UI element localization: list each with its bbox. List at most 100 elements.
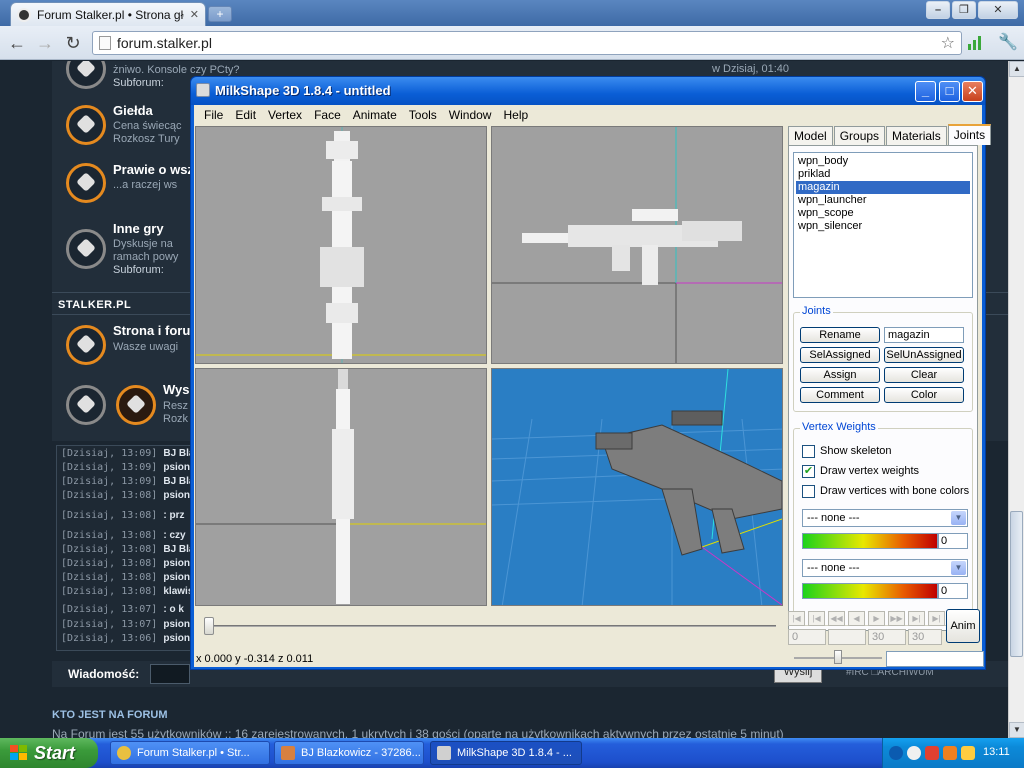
joint-item[interactable]: wpn_silencer [796, 220, 970, 233]
tab-joints[interactable]: Joints [947, 124, 992, 145]
browser-tab[interactable]: Forum Stalker.pl • Strona głów ✕ [10, 2, 206, 26]
forum-title[interactable]: Strona i foru [113, 323, 190, 338]
new-tab-button[interactable]: + [208, 6, 232, 22]
assign-button[interactable]: Assign [800, 367, 880, 383]
tab-close-icon[interactable]: ✕ [190, 8, 199, 21]
viewport-front[interactable] [195, 126, 487, 364]
speaker-icon[interactable] [961, 746, 975, 760]
forum-title[interactable]: Giełda [113, 103, 153, 118]
tab-materials[interactable]: Materials [886, 126, 947, 145]
joint-item[interactable]: wpn_scope [796, 207, 970, 220]
joint-item[interactable]: wpn_body [796, 155, 970, 168]
forum-title[interactable]: Wys [163, 382, 190, 397]
viewport-3d[interactable] [491, 368, 783, 606]
start-button[interactable]: Start [0, 738, 98, 768]
reload-icon[interactable]: ↻ [62, 32, 84, 54]
joint-item[interactable]: priklad [796, 168, 970, 181]
bone-dropdown-2[interactable]: --- none --- ▼ [802, 559, 968, 577]
media-player-icon[interactable] [943, 746, 957, 760]
fast-forward-icon[interactable]: ▶▶ [888, 611, 905, 626]
scroll-down-icon[interactable]: ▼ [1009, 722, 1024, 738]
back-icon[interactable]: ← [6, 32, 28, 54]
last-frame-icon[interactable]: ▶| [928, 611, 945, 626]
rename-field[interactable]: magazin [884, 327, 964, 343]
maximize-button[interactable]: □ [939, 81, 960, 102]
milkshape-titlebar[interactable]: MilkShape 3D 1.8.4 - untitled _ □ ✕ [191, 77, 985, 105]
forum-icon[interactable] [66, 325, 106, 365]
wrench-icon[interactable]: 🔧 [998, 32, 1018, 52]
message-input[interactable] [150, 664, 190, 684]
show-skeleton-checkbox[interactable] [802, 445, 815, 458]
viewport-side[interactable] [491, 126, 783, 364]
rewind-icon[interactable]: ◀◀ [828, 611, 845, 626]
bookmark-star-icon[interactable]: ☆ [941, 33, 955, 53]
maximize-button[interactable]: ❐ [952, 1, 976, 19]
draw-vertex-weights-checkbox[interactable]: ✔ [802, 465, 815, 478]
frame-end[interactable]: 30 [868, 629, 906, 645]
signal-bars-icon[interactable] [968, 34, 981, 50]
menu-edit[interactable]: Edit [229, 108, 262, 122]
frame-current[interactable] [828, 629, 866, 645]
weight-value-2[interactable]: 0 [938, 583, 968, 599]
forum-icon[interactable] [66, 229, 106, 269]
weight-slider-1[interactable] [802, 533, 938, 549]
selassigned-button[interactable]: SelAssigned [800, 347, 880, 363]
scroll-up-icon[interactable]: ▲ [1009, 61, 1024, 77]
menu-window[interactable]: Window [443, 108, 498, 122]
timeline-thumb[interactable] [204, 617, 214, 635]
viewport-top[interactable] [195, 368, 487, 606]
security-shield-icon[interactable] [925, 746, 939, 760]
anim-button[interactable]: Anim [946, 609, 980, 643]
menu-file[interactable]: File [198, 108, 229, 122]
forum-title[interactable]: Inne gry [113, 221, 164, 236]
clear-button[interactable]: Clear [884, 367, 964, 383]
comment-button[interactable]: Comment [800, 387, 880, 403]
weight-slider-2[interactable] [802, 583, 938, 599]
prev-key-icon[interactable]: |◀ [808, 611, 825, 626]
forum-title[interactable]: Prawie o wsz [113, 162, 194, 177]
rename-button[interactable]: Rename [800, 327, 880, 343]
frame-start[interactable]: 0 [788, 629, 826, 645]
draw-bone-colors-checkbox[interactable] [802, 485, 815, 498]
bone-dropdown-1[interactable]: --- none --- ▼ [802, 509, 968, 527]
menu-animate[interactable]: Animate [347, 108, 403, 122]
tray-arrow-icon[interactable] [889, 746, 903, 760]
menu-vertex[interactable]: Vertex [262, 108, 308, 122]
menu-tools[interactable]: Tools [403, 108, 443, 122]
trash-icon[interactable] [116, 385, 156, 425]
selunassigned-button[interactable]: SelUnAssigned [884, 347, 964, 363]
address-url[interactable]: forum.stalker.pl [117, 35, 935, 51]
first-frame-icon[interactable]: |◀ [788, 611, 805, 626]
joint-list[interactable]: wpn_body priklad magazin wpn_launcher wp… [793, 152, 973, 298]
speed-input[interactable] [886, 651, 984, 667]
minimize-button[interactable]: _ [915, 81, 936, 102]
close-button[interactable]: ✕ [962, 81, 983, 102]
forum-icon[interactable] [66, 163, 106, 203]
menu-help[interactable]: Help [497, 108, 534, 122]
weight-value-1[interactable]: 0 [938, 533, 968, 549]
color-button[interactable]: Color [884, 387, 964, 403]
menu-face[interactable]: Face [308, 108, 347, 122]
close-button[interactable]: ✕ [978, 1, 1018, 19]
scroll-thumb[interactable] [1010, 511, 1023, 657]
next-key-icon[interactable]: ▶| [908, 611, 925, 626]
forum-icon[interactable] [66, 105, 106, 145]
chevron-down-icon[interactable]: ▼ [951, 561, 966, 575]
milkshape-app-icon[interactable] [196, 83, 210, 97]
animation-timeline[interactable] [196, 613, 782, 639]
chevron-down-icon[interactable]: ▼ [951, 511, 966, 525]
forward-icon[interactable]: → [34, 32, 56, 54]
speed-slider-thumb[interactable] [834, 650, 842, 664]
minimize-button[interactable]: – [926, 1, 950, 19]
frame-total[interactable]: 30 [908, 629, 942, 645]
next-frame-icon[interactable]: ▶ [868, 611, 885, 626]
taskbar-item-browser[interactable]: Forum Stalker.pl • Str... [110, 741, 270, 765]
tab-groups[interactable]: Groups [833, 126, 886, 145]
prev-frame-icon[interactable]: ◀ [848, 611, 865, 626]
forum-icon[interactable] [66, 385, 106, 425]
joint-item-selected[interactable]: magazin [796, 181, 970, 194]
search-icon[interactable] [907, 746, 921, 760]
browser-scrollbar[interactable]: ▲ ▼ [1008, 61, 1024, 738]
address-bar[interactable]: forum.stalker.pl ☆ [92, 31, 962, 55]
joint-item[interactable]: wpn_launcher [796, 194, 970, 207]
